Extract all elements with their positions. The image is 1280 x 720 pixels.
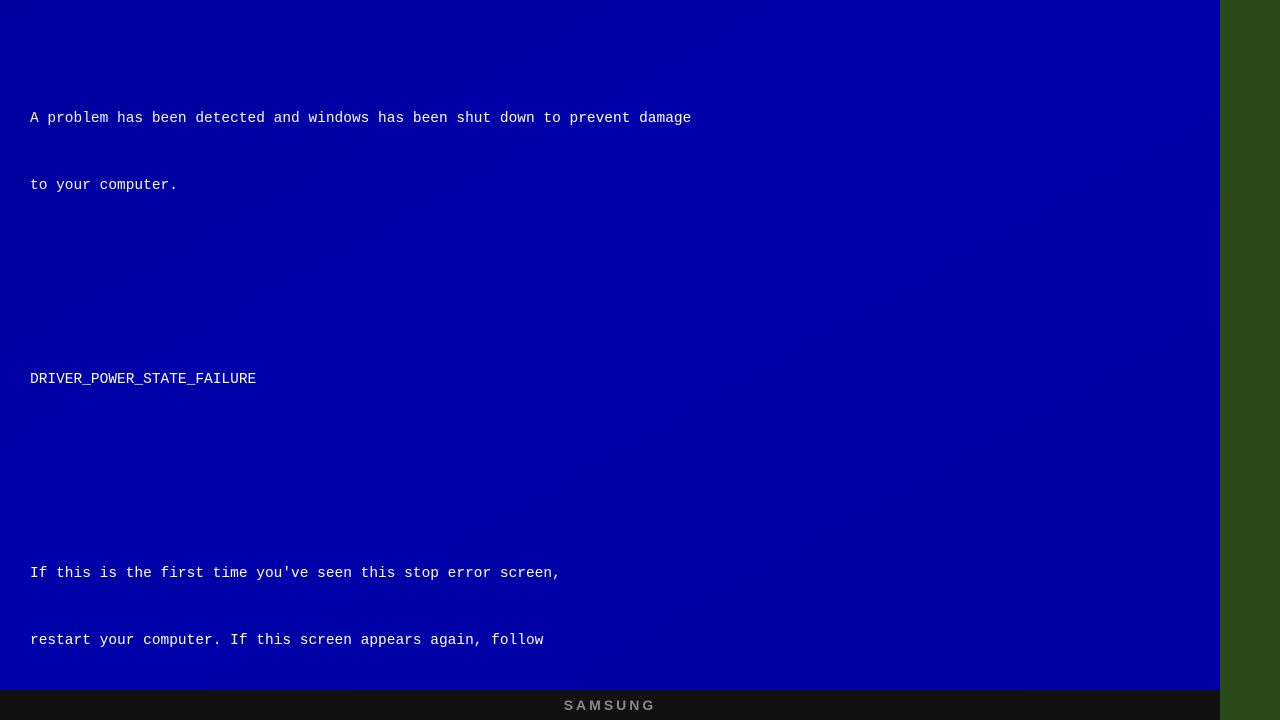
intro-line1: A problem has been detected and windows … xyxy=(30,108,1190,130)
intro-block: A problem has been detected and windows … xyxy=(30,63,1190,243)
bsod-content: A problem has been detected and windows … xyxy=(30,18,1190,690)
para1-block: If this is the first time you've seen th… xyxy=(30,518,1190,690)
bsod-area: A problem has been detected and windows … xyxy=(0,0,1220,690)
samsung-logo: SAMSUNG xyxy=(564,697,657,713)
right-edge-background xyxy=(1220,0,1280,720)
error-code-block: DRIVER_POWER_STATE_FAILURE xyxy=(30,324,1190,436)
error-code: DRIVER_POWER_STATE_FAILURE xyxy=(30,369,1190,391)
para1-line1: If this is the first time you've seen th… xyxy=(30,563,1190,585)
intro-line2: to your computer. xyxy=(30,175,1190,197)
bottom-edge: SAMSUNG xyxy=(0,690,1220,720)
screen-wrapper: A problem has been detected and windows … xyxy=(0,0,1280,720)
para1-line2: restart your computer. If this screen ap… xyxy=(30,630,1190,652)
